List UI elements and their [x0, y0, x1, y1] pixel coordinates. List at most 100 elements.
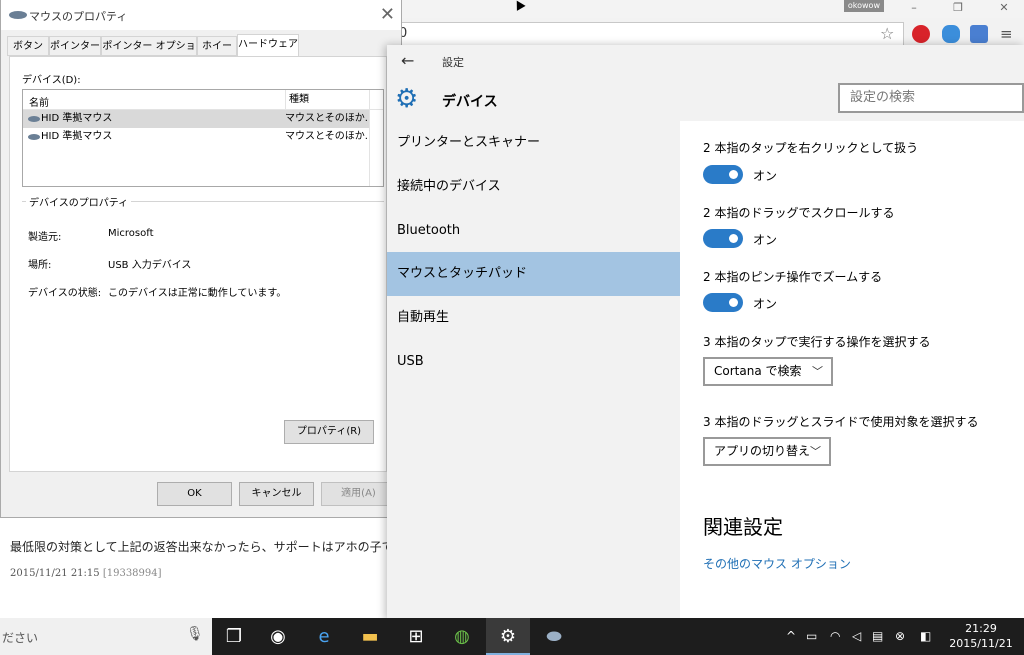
- file-explorer-icon[interactable]: ▬: [348, 618, 392, 655]
- gear-icon: ⚙: [395, 84, 419, 114]
- clock-time: 21:29: [965, 622, 997, 635]
- toggle-knob: [729, 234, 738, 243]
- toggle-knob: [729, 298, 738, 307]
- two-finger-tap-toggle[interactable]: [703, 165, 743, 184]
- dialog-title: マウスのプロパティ: [29, 10, 128, 23]
- device-name: HID 準拠マウス: [41, 131, 113, 142]
- device-kind: マウスとそのほか...: [285, 131, 367, 142]
- address-bar[interactable]: 0: [394, 22, 904, 46]
- nav-item-usb[interactable]: USB: [387, 340, 680, 384]
- settings-topbar: ← 設定: [387, 45, 1024, 77]
- settings-nav: プリンターとスキャナー 接続中のデバイス Bluetooth マウスとタッチパッ…: [387, 121, 680, 620]
- three-finger-tap-dropdown[interactable]: Cortana で検索 ﹀: [703, 357, 833, 386]
- device-name: HID 準拠マウス: [41, 113, 113, 124]
- settings-content: 2 本指のタップを右クリックとして扱う オン 2 本指のドラッグでスクロールする…: [680, 121, 1024, 620]
- chrome-icon[interactable]: ◉: [256, 618, 300, 655]
- profile-chip[interactable]: okowow: [843, 0, 884, 12]
- mouse-app-icon[interactable]: ⬬: [532, 618, 576, 655]
- nav-item-bluetooth[interactable]: Bluetooth: [387, 209, 680, 253]
- restore-icon[interactable]: ❐: [942, 0, 974, 18]
- apply-button[interactable]: 適用(A): [321, 482, 396, 506]
- tab-wheel[interactable]: ホイール: [197, 36, 237, 72]
- device-row[interactable]: HID 準拠マウス マウスとそのほか...: [23, 128, 369, 146]
- post-body: 最低限の対策として上記の返答出来なかったら、サポートはアホの子ですね: [10, 540, 418, 554]
- bookmark-star-icon[interactable]: ☆: [880, 24, 894, 43]
- devices-scrollbar[interactable]: [369, 90, 383, 186]
- wifi-icon[interactable]: ◠: [830, 629, 840, 643]
- store-icon[interactable]: ⊞: [394, 618, 438, 655]
- nav-item-autoplay[interactable]: 自動再生: [387, 296, 680, 340]
- nav-item-mouse-touchpad[interactable]: マウスとタッチパッド: [387, 252, 680, 296]
- edge-icon[interactable]: e: [302, 618, 346, 655]
- settings-header: ⚙ デバイス 設定の検索: [387, 77, 1024, 121]
- devices-list[interactable]: 名前 種類 HID 準拠マウス マウスとそのほか... HID 準拠マウス マウ…: [22, 89, 384, 187]
- close-circle-icon[interactable]: ⊗: [895, 629, 905, 643]
- property-value: USB 入力デバイス: [108, 260, 192, 271]
- property-key: デバイスの状態:: [28, 288, 102, 299]
- three-finger-drag-label: 3 本指のドラッグとスライドで使用対象を選択する: [703, 415, 979, 429]
- app-tray-icon[interactable]: ◧: [920, 629, 931, 643]
- settings-gear-icon[interactable]: ⚙: [486, 618, 530, 655]
- taskbar-search-placeholder: ださい: [2, 631, 39, 645]
- nav-item-printers[interactable]: プリンターとスキャナー: [387, 121, 680, 165]
- tab-hardware[interactable]: ハードウェア: [237, 34, 299, 56]
- post-id[interactable]: [19338994]: [103, 568, 162, 579]
- dialog-close-icon[interactable]: ✕: [380, 4, 395, 25]
- taskbar: ださい 🎙 ❐ ◉ e ▬ ⊞ ◍ ⚙ ⬬ ^ ▭ ◠ ◁ ▤ ⊗ ◧ 21:2…: [0, 618, 1024, 655]
- back-arrow-icon[interactable]: ←: [401, 51, 414, 70]
- two-finger-pinch-toggle[interactable]: [703, 293, 743, 312]
- more-mouse-options-link[interactable]: その他のマウス オプション: [703, 555, 851, 572]
- microphone-icon[interactable]: 🎙: [186, 626, 204, 642]
- post-meta: 2015/11/21 21:15 [19338994]: [10, 568, 162, 579]
- notifications-icon[interactable]: ▤: [872, 629, 883, 643]
- toggle-state: オン: [753, 233, 778, 247]
- device-row[interactable]: HID 準拠マウス マウスとそのほか...: [23, 110, 369, 128]
- tab-pointer-options[interactable]: ポインター オプション: [101, 36, 197, 72]
- device-properties-group: デバイスのプロパティ 製造元: Microsoft 場所: USB 入力デバイス…: [22, 194, 384, 459]
- app-globe-icon[interactable]: ◍: [440, 618, 484, 655]
- task-view-icon[interactable]: ❐: [212, 618, 256, 655]
- close-icon[interactable]: ✕: [988, 0, 1020, 18]
- hardware-panel: デバイス(D): 名前 種類 HID 準拠マウス マウスとそのほか... HID…: [9, 56, 387, 472]
- column-name[interactable]: 名前: [29, 94, 49, 109]
- settings-search-input[interactable]: 設定の検索: [838, 83, 1024, 113]
- antivirus-extension-icon[interactable]: [912, 25, 930, 43]
- mouse-properties-dialog: マウスのプロパティ ✕ ボタン ポインター ポインター オプション ホイール ハ…: [0, 0, 402, 518]
- two-finger-scroll-toggle[interactable]: [703, 229, 743, 248]
- settings-window: ← 設定 ⚙ デバイス 設定の検索 プリンターとスキャナー 接続中のデバイス B…: [387, 45, 1024, 620]
- property-key: 製造元:: [28, 232, 62, 243]
- column-type[interactable]: 種類: [285, 90, 309, 110]
- two-finger-scroll-label: 2 本指のドラッグでスクロールする: [703, 206, 895, 220]
- forum-post: 最低限の対策として上記の返答出来なかったら、サポートはアホの子ですね 2015/…: [0, 518, 418, 618]
- show-hidden-icons-icon[interactable]: ^: [786, 629, 796, 643]
- chevron-down-icon: ﹀: [812, 365, 823, 378]
- taskbar-search-input[interactable]: ださい 🎙: [0, 618, 212, 655]
- battery-icon[interactable]: ▭: [806, 629, 817, 643]
- device-properties-legend: デバイスのプロパティ: [26, 194, 132, 209]
- tab-buttons[interactable]: ボタン: [7, 36, 49, 56]
- devices-label: デバイス(D):: [22, 75, 81, 86]
- cloud-extension-icon[interactable]: [942, 25, 960, 43]
- devices-header: 名前 種類: [23, 90, 383, 110]
- menu-icon[interactable]: ≡: [1000, 25, 1018, 43]
- property-key: 場所:: [28, 260, 52, 271]
- three-finger-drag-dropdown[interactable]: アプリの切り替え ﹀: [703, 437, 831, 466]
- volume-icon[interactable]: ◁: [852, 629, 861, 643]
- dialog-titlebar: マウスのプロパティ ✕: [1, 0, 401, 30]
- post-date: 2015/11/21 21:15: [10, 568, 100, 579]
- toggle-state: オン: [753, 297, 778, 311]
- nav-item-connected-devices[interactable]: 接続中のデバイス: [387, 165, 680, 209]
- property-value: このデバイスは正常に動作しています。: [108, 288, 287, 299]
- chevron-down-icon: ﹀: [810, 445, 821, 458]
- cancel-button[interactable]: キャンセル: [239, 482, 314, 506]
- ok-button[interactable]: OK: [157, 482, 232, 506]
- properties-button[interactable]: プロパティ(R): [284, 420, 374, 444]
- translate-extension-icon[interactable]: [970, 25, 988, 43]
- minimize-icon[interactable]: –: [898, 0, 930, 18]
- dropdown-value: アプリの切り替え: [714, 444, 811, 458]
- toggle-state: オン: [753, 169, 778, 183]
- page-title: デバイス: [442, 94, 498, 110]
- dropdown-value: Cortana で検索: [714, 364, 802, 378]
- clock[interactable]: 21:29 2015/11/21: [948, 621, 1014, 651]
- tab-pointers[interactable]: ポインター: [49, 36, 101, 56]
